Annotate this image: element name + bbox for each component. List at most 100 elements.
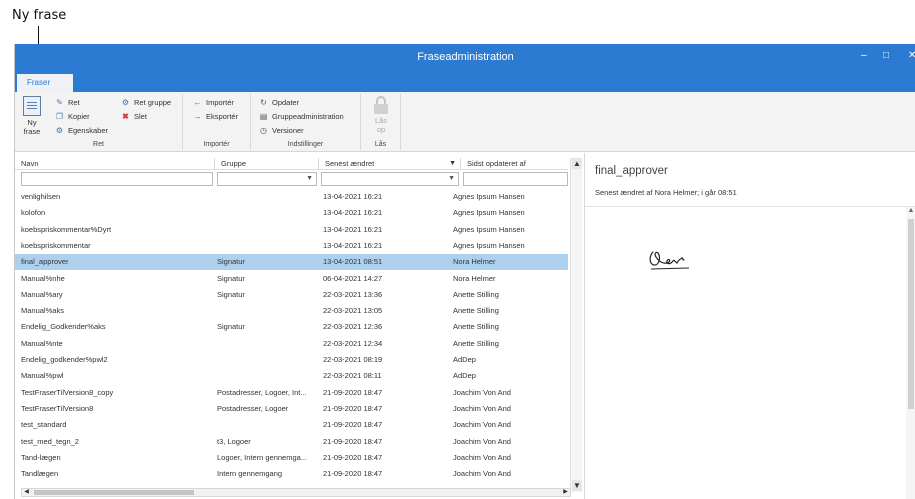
column-header-gruppe[interactable]: Gruppe — [215, 158, 319, 170]
close-button[interactable]: ✕ — [908, 50, 915, 61]
ret-gruppe-button[interactable]: ⚙ Ret gruppe — [121, 98, 171, 107]
column-header-navn[interactable]: Navn — [15, 158, 215, 170]
ny-frase-label: Ny frase — [23, 118, 41, 136]
table-row[interactable]: Endelig_Godkender%aks Signatur 22-03-2021 … — [15, 319, 568, 335]
arrow-left-icon: ← — [193, 98, 202, 107]
table-row[interactable]: Manual%aks 22-03-2021 13:05 Anette Stillin… — [15, 303, 568, 319]
filter-sidst-input[interactable] — [463, 172, 568, 186]
egenskaber-label: Egenskaber — [68, 126, 109, 135]
cell-sidst: Nora Helmer — [453, 273, 496, 283]
preview-scroll-thumb[interactable] — [908, 219, 914, 409]
table-row[interactable]: venlighilsen 13-04-2021 16:21 Agnes Ipsum … — [15, 189, 568, 205]
cell-sidst: Anette Stilling — [453, 322, 499, 332]
edit-icon: ✎ — [56, 98, 63, 107]
preview-scrollbar[interactable]: ▲ — [906, 207, 915, 499]
table-row[interactable]: kolofon 13-04-2021 16:21 Agnes Ipsum Hanse… — [15, 205, 568, 221]
delete-x-icon: ✖ — [122, 112, 129, 121]
filter-navn-input[interactable] — [21, 172, 213, 186]
table-row[interactable]: test_med_tegn_2 t3, Logoer 21-09-2020 18:4… — [15, 434, 568, 450]
group-label-laas: Lås — [374, 141, 387, 148]
tab-fraser[interactable]: Fraser — [17, 74, 73, 92]
ribbon-group-importer: ← Importér → Eksportér Importér — [183, 94, 251, 150]
table-row[interactable]: TestFraserTilVersion8_copy Postadresser, … — [15, 385, 568, 401]
cell-senest: 13-04-2021 08:51 — [323, 257, 383, 267]
cell-navn: test_standard — [21, 420, 67, 430]
table-row[interactable]: Manual%ary Signatur 22-03-2021 13:36 Anette… — [15, 287, 568, 303]
gear-icon: ⚙ — [121, 98, 130, 107]
cell-gruppe: Signatur — [217, 289, 245, 299]
cell-senest: 22-03-2021 12:36 — [323, 322, 383, 332]
laas-op-button[interactable]: Lås op — [369, 96, 393, 134]
signature-image — [649, 251, 690, 270]
preview-subtitle: Senest ændret af Nora Helmer; i går 08:5… — [595, 188, 737, 197]
cell-sidst: Joachim Von And — [453, 469, 511, 479]
filter-senest-select[interactable]: ▼ — [321, 172, 459, 186]
scroll-down-icon[interactable]: ▼ — [572, 480, 582, 491]
cell-senest: 21-09-2020 18:47 — [323, 403, 383, 413]
ny-frase-button[interactable]: Ny frase — [21, 96, 43, 136]
cell-sidst: Anette Stilling — [453, 306, 499, 316]
cell-sidst: Joachim Von And — [453, 420, 511, 430]
cell-senest: 22-03-2021 13:05 — [323, 306, 383, 316]
minimize-button[interactable]: – — [861, 50, 867, 61]
slet-button[interactable]: ✖ Slet — [121, 112, 147, 121]
gruppeadministration-button[interactable]: ▤ Gruppeadministration — [259, 112, 344, 121]
versioner-button[interactable]: ◷ Versioner — [259, 126, 304, 135]
cell-senest: 06-04-2021 14:27 — [323, 273, 383, 283]
table-row[interactable]: koebspriskommentar%Dyrt 13-04-2021 16:21 A… — [15, 222, 568, 238]
table-row[interactable]: Manual%nte 22-03-2021 12:34 Anette Stillin… — [15, 336, 568, 352]
filter-gruppe-select[interactable]: ▼ — [217, 172, 317, 186]
grid-vertical-scrollbar[interactable]: ▲ ▼ — [570, 158, 582, 492]
group-label-ret: Ret — [93, 141, 104, 148]
table-row[interactable]: Endelig_godkender%pwl2 22-03-2021 08:19 Ad… — [15, 352, 568, 368]
preview-pane: final_approver Senest ændret af Nora Hel… — [584, 153, 915, 499]
column-header-sidst[interactable]: Sidst opdateret af — [461, 158, 568, 170]
cell-navn: final_approver — [21, 257, 69, 267]
table-row[interactable]: TestFraserTilVersion8 Postadresser, Logoe… — [15, 401, 568, 417]
table-row[interactable]: Tand-lægen Logoer, Intern gennemga... 21-0… — [15, 450, 568, 466]
column-header-senest[interactable]: Senest ændret ▼ — [319, 158, 461, 170]
group-label-importer: Importér — [203, 141, 230, 148]
preview-divider — [585, 206, 915, 207]
eksporter-label: Eksportér — [206, 112, 239, 121]
ribbon-tab-bar: Fraser — [15, 72, 915, 92]
table-row[interactable]: final_approver Signatur 13-04-2021 08:51 No… — [15, 254, 568, 271]
cell-navn: koebspriskommentar%Dyrt — [21, 224, 112, 234]
cell-navn: Manual%pwl — [21, 371, 64, 381]
grid-horizontal-scrollbar[interactable]: ◀ ▶ — [21, 488, 571, 497]
table-row[interactable]: Tandlægen Intern gennemgang 21-09-2020 18:… — [15, 466, 568, 482]
screenshot-stage: Ny frase Fraseadministration – □ ✕ Frase… — [0, 0, 915, 499]
scroll-thumb[interactable] — [34, 490, 194, 495]
cell-senest: 13-04-2021 16:21 — [323, 192, 383, 201]
scroll-up-icon[interactable]: ▲ — [906, 207, 915, 217]
title-bar: Fraseadministration – □ ✕ — [15, 44, 915, 72]
scroll-left-icon[interactable]: ◀ — [22, 489, 31, 496]
table-row[interactable]: Manual%nhe Signatur 06-04-2021 14:27 Nora H… — [15, 271, 568, 287]
cell-gruppe: Intern gennemgang — [217, 469, 283, 479]
refresh-icon: ↻ — [260, 98, 267, 107]
importer-button[interactable]: ← Importér — [193, 98, 234, 107]
cell-navn: koebspriskommentar — [21, 240, 91, 250]
table-row[interactable]: koebspriskommentar 13-04-2021 16:21 Agnes … — [15, 238, 568, 254]
cell-navn: Manual%aks — [21, 306, 64, 316]
ribbon-group-indstillinger: ↻ Opdater ▤ Gruppeadministration ◷ Versi… — [251, 94, 361, 150]
opdater-button[interactable]: ↻ Opdater — [259, 98, 299, 107]
ret-button[interactable]: ✎ Ret — [55, 98, 80, 107]
table-row[interactable]: Manual%pwl 22-03-2021 08:11 AdDep — [15, 368, 568, 384]
gruppeadministration-label: Gruppeadministration — [272, 112, 344, 121]
sort-desc-icon: ▼ — [449, 160, 456, 167]
cell-sidst: Agnes Ipsum Hansen — [453, 224, 525, 234]
cell-sidst: Joachim Von And — [453, 436, 511, 446]
scroll-up-icon[interactable]: ▲ — [572, 158, 582, 169]
cell-navn: Tand-lægen — [21, 452, 61, 462]
kopier-button[interactable]: ❐ Kopier — [55, 112, 90, 121]
cell-navn: kolofon — [21, 208, 46, 218]
table-row[interactable]: test_standard 21-09-2020 18:47 Joachim Von… — [15, 417, 568, 433]
eksporter-button[interactable]: → Eksportér — [193, 112, 239, 121]
maximize-button[interactable]: □ — [883, 50, 889, 61]
scroll-right-icon[interactable]: ▶ — [561, 489, 570, 496]
cell-sidst: Joachim Von And — [453, 403, 511, 413]
ribbon-group-laas: Lås op Lås — [361, 94, 401, 150]
egenskaber-button[interactable]: ⚙ Egenskaber — [55, 126, 108, 135]
cell-sidst: Anette Stilling — [453, 289, 499, 299]
